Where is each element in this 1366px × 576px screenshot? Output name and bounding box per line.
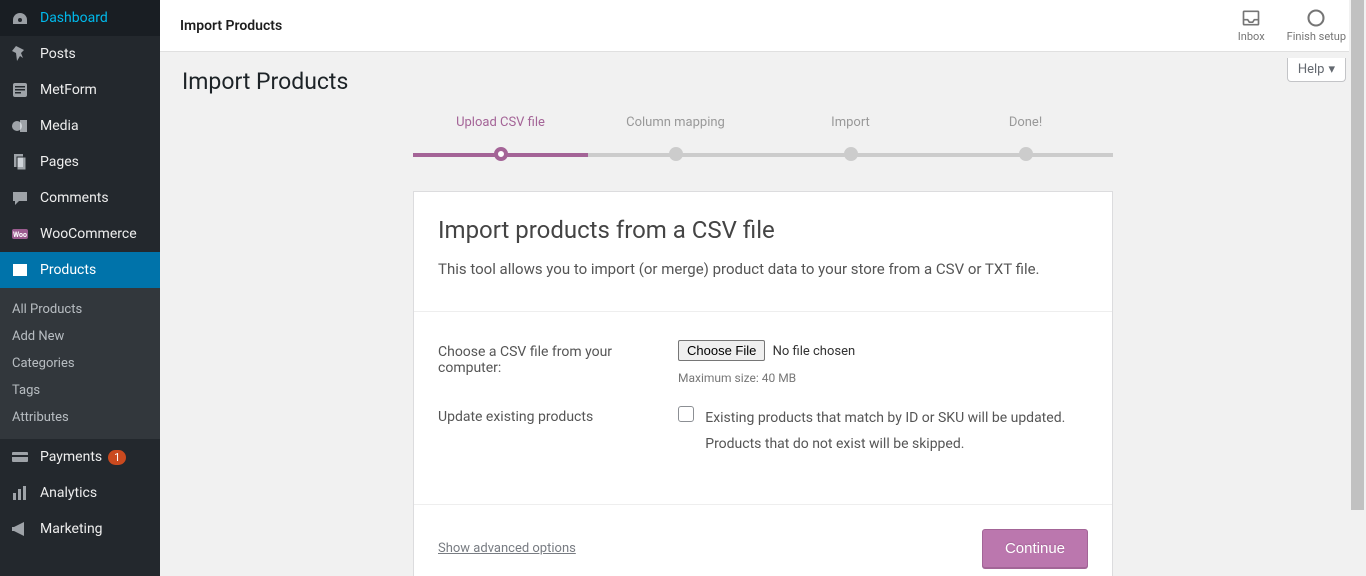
submenu-add-new[interactable]: Add New (0, 323, 160, 350)
step-mapping: Column mapping (588, 115, 763, 161)
step-label: Upload CSV file (413, 115, 588, 133)
step-dot-icon (494, 147, 508, 161)
choose-file-button[interactable]: Choose File (678, 340, 765, 361)
chevron-down-icon: ▾ (1328, 62, 1335, 77)
sidebar-item-label: Payments (40, 449, 102, 465)
card-header-section: Import products from a CSV file This too… (414, 192, 1112, 312)
payments-icon (10, 447, 30, 467)
card-footer: Show advanced options Continue (414, 505, 1112, 576)
file-field: Choose File No file chosen Maximum size:… (678, 340, 1088, 385)
sidebar-item-label: Comments (40, 190, 109, 206)
svg-text:Woo: Woo (13, 231, 27, 239)
card-title: Import products from a CSV file (438, 216, 1088, 244)
submenu-tags[interactable]: Tags (0, 377, 160, 404)
sidebar-item-label: MetForm (40, 82, 97, 98)
step-done: Done! (938, 115, 1113, 161)
payments-badge: 1 (108, 450, 126, 465)
step-label: Done! (938, 115, 1113, 133)
scrollbar-thumb[interactable] (1351, 0, 1364, 510)
inbox-button[interactable]: Inbox (1238, 8, 1265, 43)
sidebar-item-dashboard[interactable]: Dashboard (0, 0, 160, 36)
page-title: Import Products (182, 68, 1344, 95)
step-upload: Upload CSV file (413, 115, 588, 161)
admin-sidebar: Dashboard Posts MetForm Media Pages Comm… (0, 0, 160, 576)
update-label: Update existing products (438, 405, 648, 458)
megaphone-icon (10, 519, 30, 539)
step-label: Import (763, 115, 938, 133)
card-description: This tool allows you to import (or merge… (438, 258, 1088, 281)
inbox-label: Inbox (1238, 30, 1265, 43)
file-label: Choose a CSV file from your computer: (438, 340, 648, 385)
woocommerce-icon: Woo (10, 224, 30, 244)
sidebar-item-woocommerce[interactable]: Woo WooCommerce (0, 216, 160, 252)
step-dot-icon (669, 147, 683, 161)
topbar: Import Products Inbox Finish setup (160, 0, 1366, 52)
submenu-all-products[interactable]: All Products (0, 296, 160, 323)
submenu-attributes[interactable]: Attributes (0, 404, 160, 431)
import-wizard: Upload CSV file Column mapping Import Do… (413, 115, 1113, 576)
update-row: Update existing products Existing produc… (438, 401, 1088, 474)
file-row: Choose a CSV file from your computer: Ch… (438, 336, 1088, 401)
wizard-progress: Upload CSV file Column mapping Import Do… (413, 115, 1113, 161)
sidebar-item-analytics[interactable]: Analytics (0, 475, 160, 511)
step-dot-icon (1019, 147, 1033, 161)
analytics-icon (10, 483, 30, 503)
card-form-section: Choose a CSV file from your computer: Ch… (414, 312, 1112, 505)
sidebar-item-label: Dashboard (40, 10, 108, 26)
file-status: No file chosen (773, 344, 856, 359)
media-icon (10, 116, 30, 136)
sidebar-item-label: WooCommerce (40, 226, 137, 242)
sidebar-item-payments[interactable]: Payments 1 (0, 439, 160, 475)
step-dot-icon (844, 147, 858, 161)
sidebar-item-label: Marketing (40, 521, 103, 537)
main-area: Import Products Inbox Finish setup Help … (160, 0, 1366, 576)
file-hint: Maximum size: 40 MB (678, 371, 1088, 385)
continue-button[interactable]: Continue (982, 529, 1088, 568)
sidebar-item-products[interactable]: Products (0, 252, 160, 288)
sidebar-item-metform[interactable]: MetForm (0, 72, 160, 108)
topbar-right: Inbox Finish setup (1238, 8, 1346, 43)
products-icon (10, 260, 30, 280)
topbar-title: Import Products (180, 18, 282, 34)
sidebar-item-label: Posts (40, 46, 76, 62)
sidebar-item-label: Products (40, 262, 96, 278)
sidebar-item-label: Analytics (40, 485, 97, 501)
submenu-categories[interactable]: Categories (0, 350, 160, 377)
update-field: Existing products that match by ID or SK… (678, 405, 1088, 458)
sidebar-item-marketing[interactable]: Marketing (0, 511, 160, 547)
scrollbar-track[interactable] (1349, 0, 1366, 576)
sidebar-item-posts[interactable]: Posts (0, 36, 160, 72)
update-existing-checkbox[interactable] (678, 406, 694, 422)
pages-icon (10, 152, 30, 172)
dashboard-icon (10, 8, 30, 28)
sidebar-item-pages[interactable]: Pages (0, 144, 160, 180)
step-import: Import (763, 115, 938, 161)
sidebar-item-comments[interactable]: Comments (0, 180, 160, 216)
circle-icon (1306, 8, 1326, 28)
products-submenu: All Products Add New Categories Tags Att… (0, 288, 160, 439)
help-label: Help (1298, 62, 1325, 77)
finish-setup-button[interactable]: Finish setup (1287, 8, 1346, 43)
finish-setup-label: Finish setup (1287, 30, 1346, 43)
import-card: Import products from a CSV file This too… (413, 191, 1113, 576)
update-description: Existing products that match by ID or SK… (705, 405, 1085, 458)
pin-icon (10, 44, 30, 64)
show-advanced-link[interactable]: Show advanced options (438, 541, 576, 556)
inbox-icon (1241, 8, 1261, 28)
sidebar-item-label: Pages (40, 154, 79, 170)
form-icon (10, 80, 30, 100)
sidebar-item-media[interactable]: Media (0, 108, 160, 144)
sidebar-item-label: Media (40, 118, 79, 134)
comment-icon (10, 188, 30, 208)
step-label: Column mapping (588, 115, 763, 133)
content-area: Import Products Upload CSV file Column m… (160, 52, 1366, 576)
help-tab[interactable]: Help ▾ (1287, 58, 1346, 82)
